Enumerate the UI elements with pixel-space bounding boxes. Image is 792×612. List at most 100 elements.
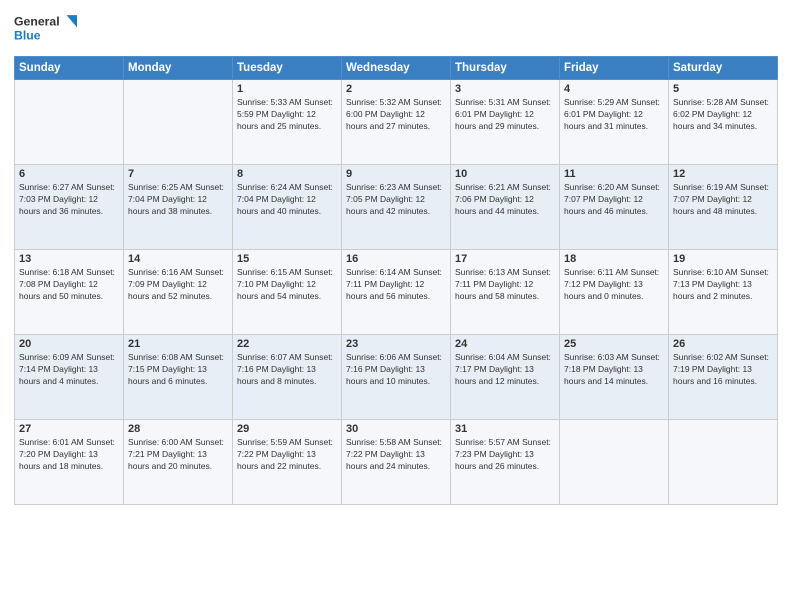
week-row: 6 Sunrise: 6:27 AM Sunset: 7:03 PM Daylig… [15, 165, 778, 250]
day-number: 17 [455, 253, 555, 265]
day-number: 4 [564, 83, 664, 95]
day-detail: Sunrise: 6:21 AM Sunset: 7:06 PM Dayligh… [455, 182, 555, 218]
calendar-cell: 4 Sunrise: 5:29 AM Sunset: 6:01 PM Daylig… [560, 80, 669, 165]
day-detail: Sunrise: 5:32 AM Sunset: 6:00 PM Dayligh… [346, 97, 446, 133]
col-header-monday: Monday [124, 57, 233, 80]
calendar-cell: 19Sunrise: 6:10 AM Sunset: 7:13 PM Dayli… [669, 250, 778, 335]
day-number: 30 [346, 423, 446, 435]
calendar-cell: 10 Sunrise: 6:21 AM Sunset: 7:06 PM Dayli… [451, 165, 560, 250]
day-number: 13 [19, 253, 119, 265]
day-detail: Sunrise: 6:01 AM Sunset: 7:20 PM Dayligh… [19, 437, 119, 473]
day-detail: Sunrise: 6:02 AM Sunset: 7:19 PM Dayligh… [673, 352, 773, 388]
day-number: 8 [237, 168, 337, 180]
calendar-cell: 25 Sunrise: 6:03 AM Sunset: 7:18 PM Dayli… [560, 335, 669, 420]
col-header-saturday: Saturday [669, 57, 778, 80]
calendar-cell [124, 80, 233, 165]
day-detail: Sunrise: 6:04 AM Sunset: 7:17 PM Dayligh… [455, 352, 555, 388]
day-detail: Sunrise: 6:19 AM Sunset: 7:07 PM Dayligh… [673, 182, 773, 218]
day-detail: Sunrise: 6:20 AM Sunset: 7:07 PM Dayligh… [564, 182, 664, 218]
day-number: 5 [673, 83, 773, 95]
day-detail: Sunrise: 6:11 AM Sunset: 7:12 PM Dayligh… [564, 267, 664, 303]
day-number: 26 [673, 338, 773, 350]
calendar-cell: 11 Sunrise: 6:20 AM Sunset: 7:07 PM Dayli… [560, 165, 669, 250]
day-number: 2 [346, 83, 446, 95]
calendar-cell: 6 Sunrise: 6:27 AM Sunset: 7:03 PM Daylig… [15, 165, 124, 250]
calendar-cell: 22 Sunrise: 6:07 AM Sunset: 7:16 PM Dayli… [233, 335, 342, 420]
day-number: 28 [128, 423, 228, 435]
calendar-cell: 27 Sunrise: 6:01 AM Sunset: 7:20 PM Dayli… [15, 420, 124, 505]
calendar-cell: 7Sunrise: 6:25 AM Sunset: 7:04 PM Daylig… [124, 165, 233, 250]
calendar-cell: 13 Sunrise: 6:18 AM Sunset: 7:08 PM Dayli… [15, 250, 124, 335]
calendar-cell: 26 Sunrise: 6:02 AM Sunset: 7:19 PM Dayli… [669, 335, 778, 420]
day-number: 3 [455, 83, 555, 95]
calendar-cell: 1 Sunrise: 5:33 AM Sunset: 5:59 PM Daylig… [233, 80, 342, 165]
col-header-wednesday: Wednesday [342, 57, 451, 80]
day-detail: Sunrise: 6:15 AM Sunset: 7:10 PM Dayligh… [237, 267, 337, 303]
day-detail: Sunrise: 6:06 AM Sunset: 7:16 PM Dayligh… [346, 352, 446, 388]
week-row: 27 Sunrise: 6:01 AM Sunset: 7:20 PM Dayli… [15, 420, 778, 505]
calendar-cell [560, 420, 669, 505]
calendar-cell [669, 420, 778, 505]
day-detail: Sunrise: 6:03 AM Sunset: 7:18 PM Dayligh… [564, 352, 664, 388]
day-number: 21 [128, 338, 228, 350]
calendar-table: SundayMondayTuesdayWednesdayThursdayFrid… [14, 56, 778, 505]
day-detail: Sunrise: 6:14 AM Sunset: 7:11 PM Dayligh… [346, 267, 446, 303]
day-number: 27 [19, 423, 119, 435]
day-number: 22 [237, 338, 337, 350]
day-number: 1 [237, 83, 337, 95]
calendar-cell: 12 Sunrise: 6:19 AM Sunset: 7:07 PM Dayli… [669, 165, 778, 250]
logo: General Blue [14, 10, 84, 50]
calendar-cell: 9 Sunrise: 6:23 AM Sunset: 7:05 PM Daylig… [342, 165, 451, 250]
day-number: 9 [346, 168, 446, 180]
day-number: 31 [455, 423, 555, 435]
day-number: 20 [19, 338, 119, 350]
day-detail: Sunrise: 6:13 AM Sunset: 7:11 PM Dayligh… [455, 267, 555, 303]
day-detail: Sunrise: 5:29 AM Sunset: 6:01 PM Dayligh… [564, 97, 664, 133]
calendar-cell [15, 80, 124, 165]
logo-svg: General Blue [14, 10, 84, 50]
day-number: 6 [19, 168, 119, 180]
calendar-cell: 23 Sunrise: 6:06 AM Sunset: 7:16 PM Dayli… [342, 335, 451, 420]
day-detail: Sunrise: 6:07 AM Sunset: 7:16 PM Dayligh… [237, 352, 337, 388]
day-number: 15 [237, 253, 337, 265]
calendar-cell: 5 Sunrise: 5:28 AM Sunset: 6:02 PM Daylig… [669, 80, 778, 165]
calendar-cell: 8 Sunrise: 6:24 AM Sunset: 7:04 PM Daylig… [233, 165, 342, 250]
day-number: 16 [346, 253, 446, 265]
day-number: 12 [673, 168, 773, 180]
col-header-friday: Friday [560, 57, 669, 80]
calendar-cell: 29Sunrise: 5:59 AM Sunset: 7:22 PM Dayli… [233, 420, 342, 505]
calendar-cell: 20 Sunrise: 6:09 AM Sunset: 7:14 PM Dayli… [15, 335, 124, 420]
calendar-cell: 3 Sunrise: 5:31 AM Sunset: 6:01 PM Daylig… [451, 80, 560, 165]
day-number: 24 [455, 338, 555, 350]
calendar-cell: 17 Sunrise: 6:13 AM Sunset: 7:11 PM Dayli… [451, 250, 560, 335]
day-detail: Sunrise: 6:00 AM Sunset: 7:21 PM Dayligh… [128, 437, 228, 473]
week-row: 1 Sunrise: 5:33 AM Sunset: 5:59 PM Daylig… [15, 80, 778, 165]
day-detail: Sunrise: 5:58 AM Sunset: 7:22 PM Dayligh… [346, 437, 446, 473]
day-number: 23 [346, 338, 446, 350]
day-detail: Sunrise: 6:27 AM Sunset: 7:03 PM Dayligh… [19, 182, 119, 218]
day-detail: Sunrise: 5:31 AM Sunset: 6:01 PM Dayligh… [455, 97, 555, 133]
day-number: 29 [237, 423, 337, 435]
day-detail: Sunrise: 6:08 AM Sunset: 7:15 PM Dayligh… [128, 352, 228, 388]
week-row: 20 Sunrise: 6:09 AM Sunset: 7:14 PM Dayli… [15, 335, 778, 420]
day-detail: Sunrise: 6:16 AM Sunset: 7:09 PM Dayligh… [128, 267, 228, 303]
day-detail: Sunrise: 5:33 AM Sunset: 5:59 PM Dayligh… [237, 97, 337, 133]
day-detail: Sunrise: 6:23 AM Sunset: 7:05 PM Dayligh… [346, 182, 446, 218]
day-detail: Sunrise: 5:28 AM Sunset: 6:02 PM Dayligh… [673, 97, 773, 133]
day-number: 10 [455, 168, 555, 180]
calendar-cell: 30 Sunrise: 5:58 AM Sunset: 7:22 PM Dayli… [342, 420, 451, 505]
calendar-cell: 16 Sunrise: 6:14 AM Sunset: 7:11 PM Dayli… [342, 250, 451, 335]
calendar-cell: 18Sunrise: 6:11 AM Sunset: 7:12 PM Dayli… [560, 250, 669, 335]
day-detail: Sunrise: 6:10 AM Sunset: 7:13 PM Dayligh… [673, 267, 773, 303]
day-number: 25 [564, 338, 664, 350]
day-detail: Sunrise: 6:18 AM Sunset: 7:08 PM Dayligh… [19, 267, 119, 303]
day-number: 14 [128, 253, 228, 265]
calendar-cell: 24 Sunrise: 6:04 AM Sunset: 7:17 PM Dayli… [451, 335, 560, 420]
svg-text:Blue: Blue [14, 29, 41, 43]
day-detail: Sunrise: 6:09 AM Sunset: 7:14 PM Dayligh… [19, 352, 119, 388]
day-number: 7 [128, 168, 228, 180]
day-number: 11 [564, 168, 664, 180]
week-row: 13 Sunrise: 6:18 AM Sunset: 7:08 PM Dayli… [15, 250, 778, 335]
calendar-cell: 28 Sunrise: 6:00 AM Sunset: 7:21 PM Dayli… [124, 420, 233, 505]
day-detail: Sunrise: 6:24 AM Sunset: 7:04 PM Dayligh… [237, 182, 337, 218]
